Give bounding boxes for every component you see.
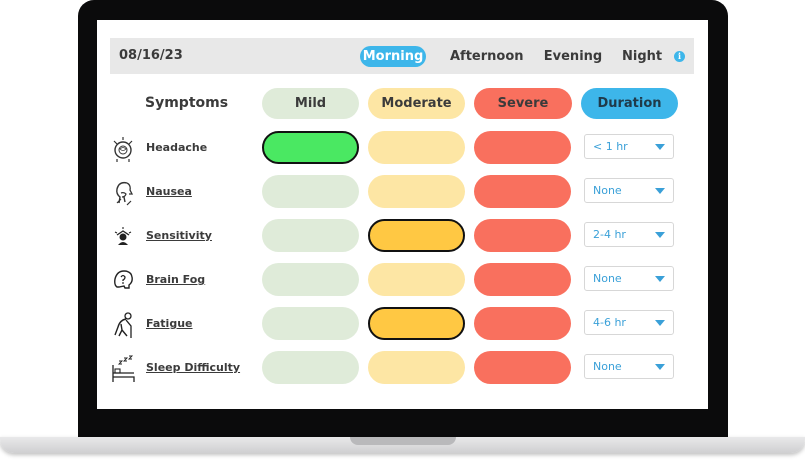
mild-column-header: Mild — [262, 88, 359, 119]
duration-select[interactable]: None — [584, 266, 674, 291]
headache-icon — [111, 135, 135, 163]
nausea-icon — [111, 179, 135, 207]
moderate-rating-button[interactable] — [368, 307, 465, 340]
mild-rating-button[interactable] — [262, 131, 359, 164]
laptop-notch — [350, 437, 456, 445]
severe-rating-button[interactable] — [474, 131, 571, 164]
info-icon[interactable]: i — [674, 51, 685, 62]
severe-rating-button[interactable] — [474, 307, 571, 340]
date-bar: 08/16/23 Morning Afternoon Evening Night… — [110, 38, 694, 74]
tab-morning[interactable]: Morning — [360, 46, 426, 67]
chevron-down-icon — [655, 144, 665, 150]
mild-rating-button[interactable] — [262, 175, 359, 208]
chevron-down-icon — [655, 232, 665, 238]
symptom-link[interactable]: Fatigue — [146, 307, 193, 341]
severe-column-header: Severe — [474, 88, 572, 119]
duration-value: 2-4 hr — [593, 228, 626, 241]
duration-select[interactable]: 4-6 hr — [584, 310, 674, 335]
mild-rating-button[interactable] — [262, 263, 359, 296]
fatigue-icon — [111, 311, 135, 339]
symptom-row-sleep-difficulty: Sleep Difficulty None — [97, 351, 708, 391]
mild-rating-button[interactable] — [262, 307, 359, 340]
symptoms-heading: Symptoms — [145, 95, 229, 111]
moderate-rating-button[interactable] — [368, 263, 465, 296]
duration-select[interactable]: None — [584, 354, 674, 379]
mild-rating-button[interactable] — [262, 219, 359, 252]
duration-value: None — [593, 184, 622, 197]
symptom-row-brain-fog: Brain Fog None — [97, 263, 708, 303]
symptom-link[interactable]: Brain Fog — [146, 263, 205, 297]
symptom-link[interactable]: Nausea — [146, 175, 192, 209]
mild-rating-button[interactable] — [262, 351, 359, 384]
tab-afternoon[interactable]: Afternoon — [450, 46, 524, 67]
chevron-down-icon — [655, 276, 665, 282]
duration-select[interactable]: < 1 hr — [584, 134, 674, 159]
tab-night[interactable]: Night — [622, 46, 662, 67]
brain-fog-icon — [111, 267, 135, 295]
symptom-row-sensitivity: Sensitivity 2-4 hr — [97, 219, 708, 259]
sensitivity-icon — [111, 223, 135, 251]
duration-value: < 1 hr — [593, 140, 628, 153]
symptom-label: Headache — [146, 141, 208, 154]
moderate-rating-button[interactable] — [368, 131, 465, 164]
symptom-row-headache: Headache < 1 hr — [97, 131, 708, 171]
symptom-row-fatigue: Fatigue 4-6 hr — [97, 307, 708, 347]
severe-rating-button[interactable] — [474, 263, 571, 296]
app-screen: 08/16/23 Morning Afternoon Evening Night… — [97, 20, 708, 409]
duration-value: None — [593, 360, 622, 373]
chevron-down-icon — [655, 320, 665, 326]
sleep-difficulty-icon — [111, 355, 135, 383]
duration-column-header: Duration — [581, 88, 678, 119]
duration-value: 4-6 hr — [593, 316, 626, 329]
symptom-link[interactable]: Sensitivity — [146, 219, 212, 253]
severe-rating-button[interactable] — [474, 219, 571, 252]
moderate-column-header: Moderate — [368, 88, 465, 119]
severe-rating-button[interactable] — [474, 175, 571, 208]
symptom-row-nausea: Nausea None — [97, 175, 708, 215]
tab-evening[interactable]: Evening — [543, 46, 603, 67]
moderate-rating-button[interactable] — [368, 351, 465, 384]
moderate-rating-button[interactable] — [368, 175, 465, 208]
duration-value: None — [593, 272, 622, 285]
chevron-down-icon — [655, 188, 665, 194]
moderate-rating-button[interactable] — [368, 219, 465, 252]
date-label: 08/16/23 — [119, 48, 183, 63]
duration-select[interactable]: None — [584, 178, 674, 203]
chevron-down-icon — [655, 364, 665, 370]
symptom-link[interactable]: Sleep Difficulty — [146, 351, 240, 385]
duration-select[interactable]: 2-4 hr — [584, 222, 674, 247]
severe-rating-button[interactable] — [474, 351, 571, 384]
